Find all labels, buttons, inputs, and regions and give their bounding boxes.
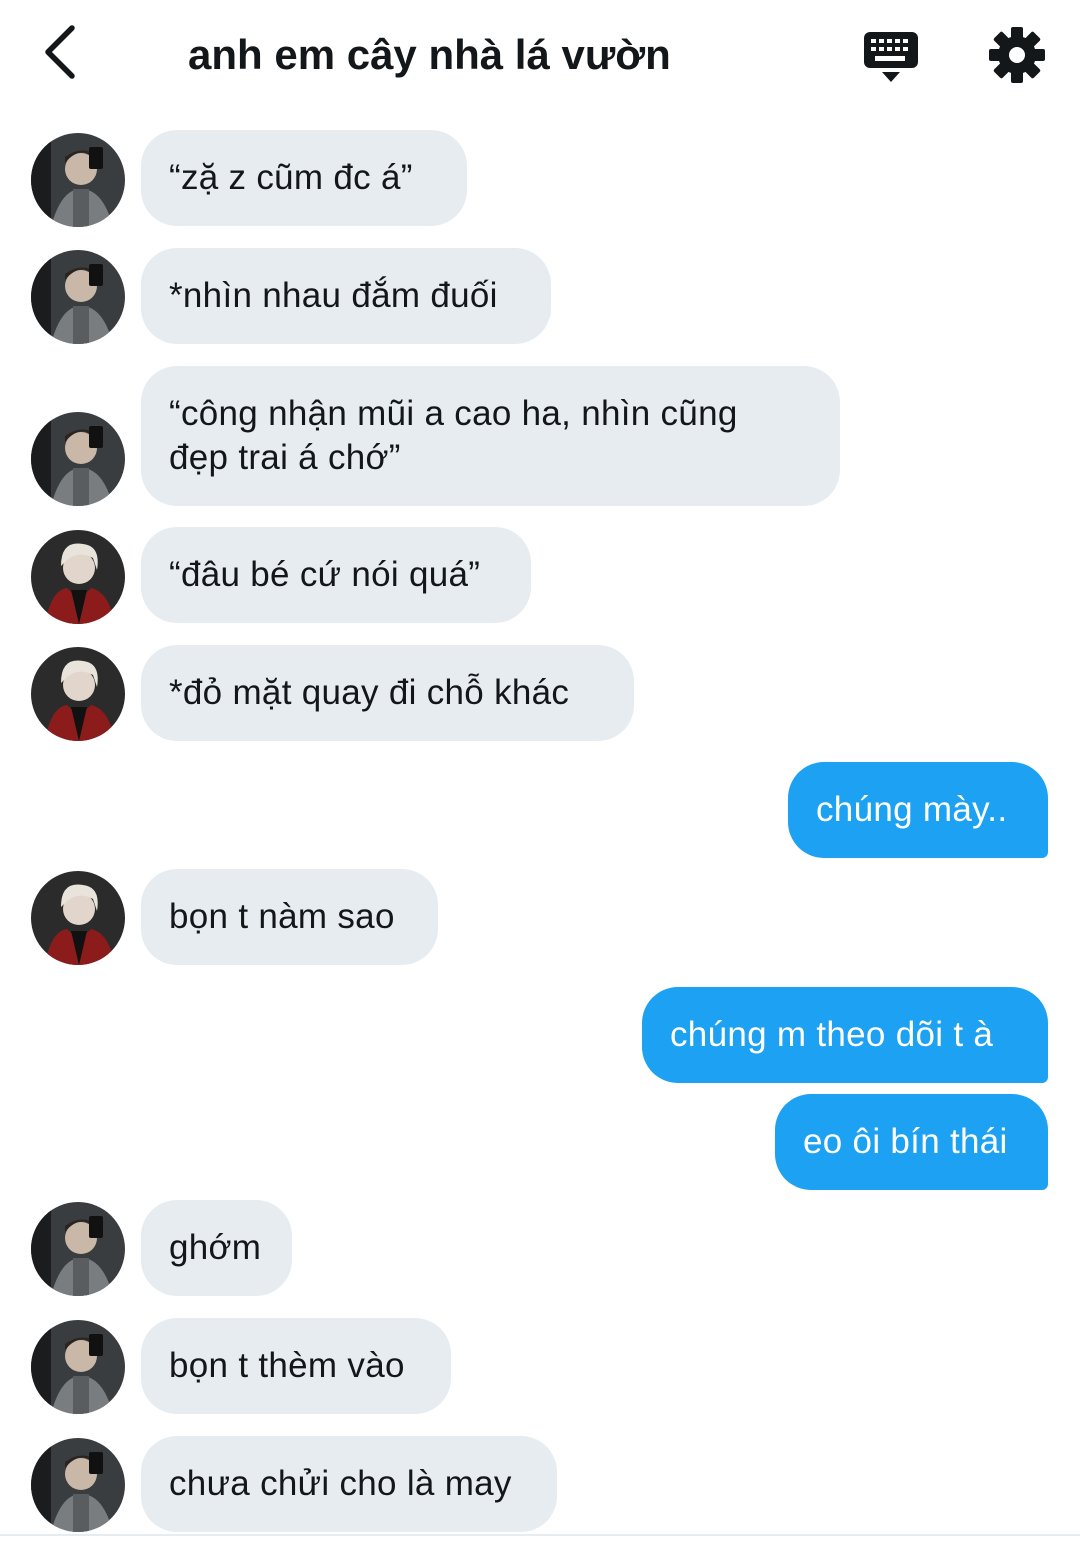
avatar[interactable]: [31, 133, 125, 227]
keyboard-icon: [860, 32, 924, 90]
avatar[interactable]: [31, 412, 125, 506]
conversation-header: anh em cây nhà lá vườn: [0, 0, 1080, 110]
avatar[interactable]: [31, 1320, 125, 1414]
divider: [0, 1534, 1080, 1536]
message-bubble[interactable]: ghớm: [141, 1200, 292, 1296]
message-bubble[interactable]: bọn t nàm sao: [141, 869, 438, 965]
gear-icon: [986, 27, 1048, 90]
message-bubble[interactable]: chưa chửi cho là may: [141, 1436, 557, 1532]
avatar[interactable]: [31, 647, 125, 741]
message-bubble-sent[interactable]: eo ôi bín thái: [775, 1094, 1048, 1190]
message-bubble[interactable]: bọn t thèm vào: [141, 1318, 451, 1414]
avatar[interactable]: [31, 871, 125, 965]
message-bubble[interactable]: “đâu bé cứ nói quá”: [141, 527, 531, 623]
message-bubble[interactable]: “zặ z cũm đc á”: [141, 130, 467, 226]
message-bubble[interactable]: “công nhận mũi a cao ha, nhìn cũng đẹp t…: [141, 366, 840, 506]
avatar[interactable]: [31, 1438, 125, 1532]
chevron-left-icon: [40, 24, 80, 85]
message-bubble-sent[interactable]: chúng mày..: [788, 762, 1048, 858]
settings-button[interactable]: [986, 24, 1048, 86]
message-bubble[interactable]: *nhìn nhau đắm đuối: [141, 248, 551, 344]
avatar[interactable]: [31, 1202, 125, 1296]
conversation-title: anh em cây nhà lá vườn: [188, 31, 671, 78]
message-bubble[interactable]: *đỏ mặt quay đi chỗ khác: [141, 645, 634, 741]
back-button[interactable]: [30, 22, 90, 86]
avatar[interactable]: [31, 250, 125, 344]
keyboard-toggle-button[interactable]: [860, 26, 924, 86]
avatar[interactable]: [31, 530, 125, 624]
message-bubble-sent[interactable]: chúng m theo dõi t à: [642, 987, 1048, 1083]
